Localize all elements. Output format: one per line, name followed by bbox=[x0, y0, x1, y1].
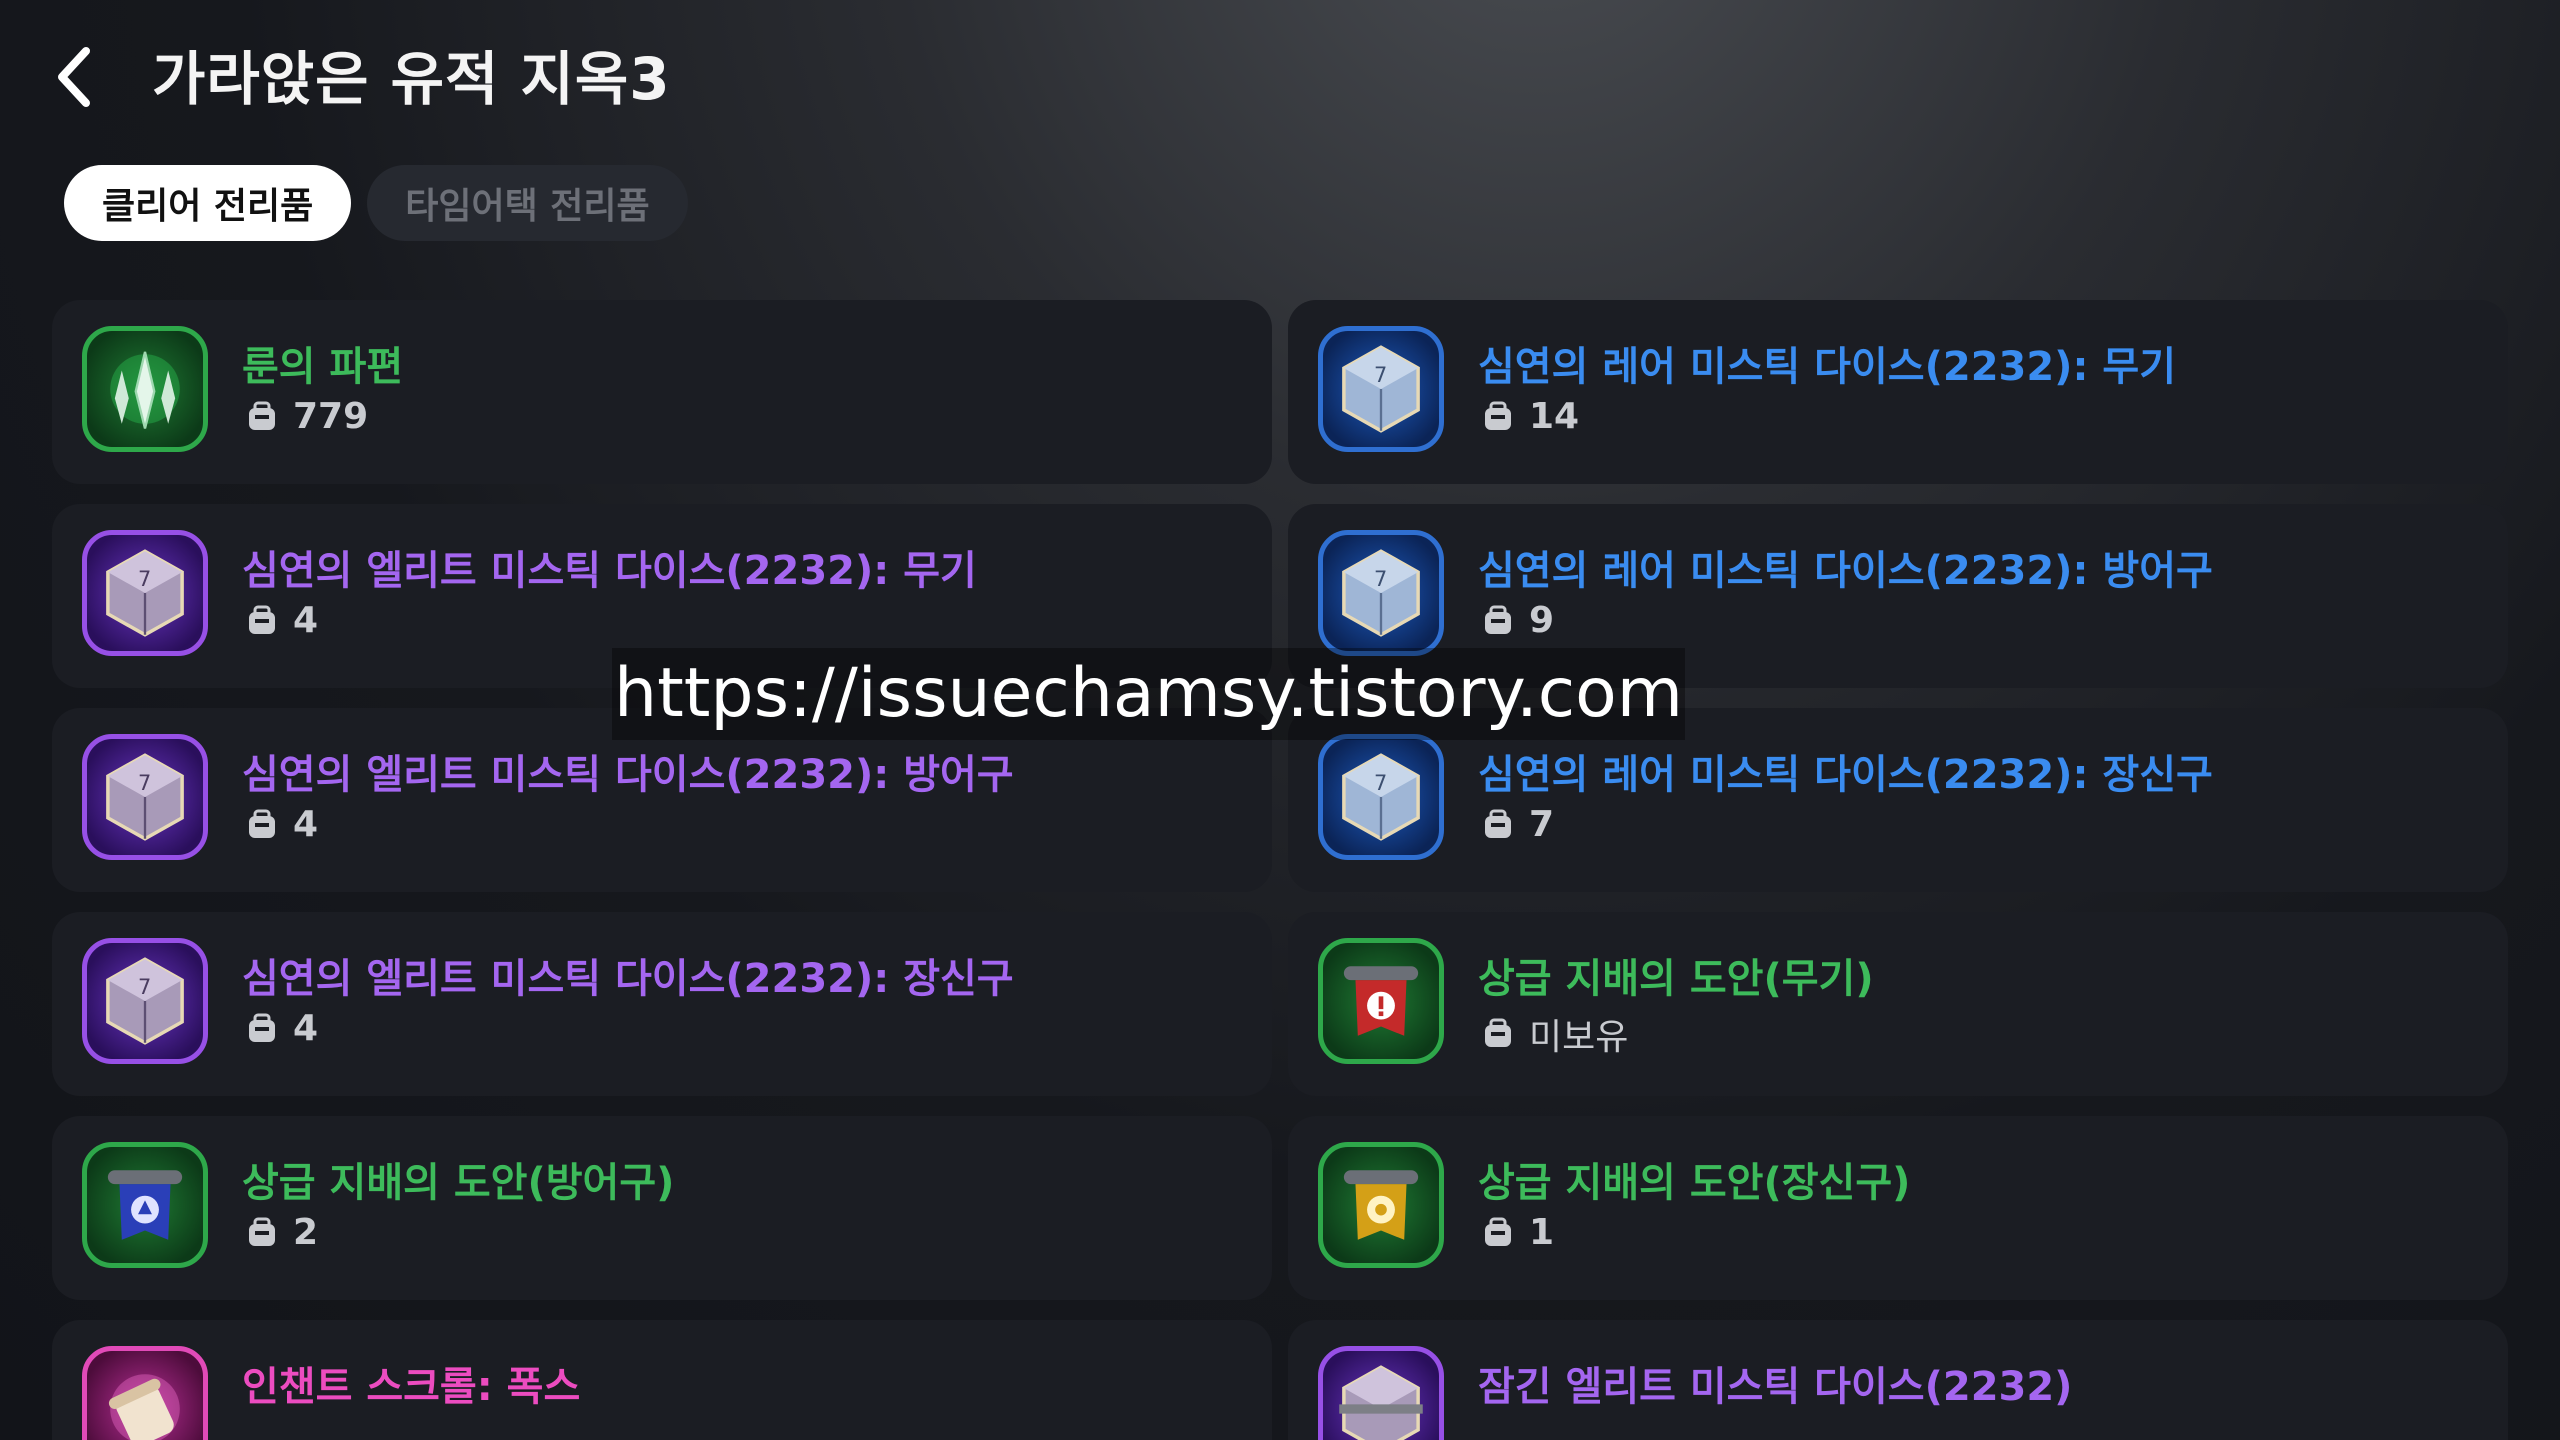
item-quantity: 4 bbox=[245, 600, 318, 641]
loot-item[interactable]: 7 심연의 엘리트 미스틱 다이스(2232): 장신구 4 bbox=[52, 912, 1272, 1096]
svg-text:7: 7 bbox=[138, 771, 151, 795]
bag-icon bbox=[1485, 1217, 1511, 1246]
loot-item[interactable]: 상급 지배의 도안(장신구) 1 bbox=[1288, 1116, 2508, 1300]
bag-icon bbox=[1485, 605, 1511, 634]
item-name: 심연의 엘리트 미스틱 다이스(2232): 방어구 bbox=[242, 752, 1014, 798]
locked-dice-icon bbox=[1318, 1346, 1444, 1440]
bag-icon bbox=[249, 401, 275, 430]
item-quantity: 14 bbox=[1481, 396, 1579, 437]
svg-text:7: 7 bbox=[1374, 567, 1387, 591]
svg-text:7: 7 bbox=[1374, 363, 1387, 387]
item-name: 심연의 레어 미스틱 다이스(2232): 무기 bbox=[1478, 344, 2176, 390]
item-quantity: 1 bbox=[1481, 1212, 1554, 1253]
item-name: 심연의 엘리트 미스틱 다이스(2232): 무기 bbox=[242, 548, 977, 594]
blueprint-scroll-icon bbox=[1318, 938, 1444, 1064]
loot-item[interactable]: 잠긴 엘리트 미스틱 다이스(2232) bbox=[1288, 1320, 2508, 1440]
item-quantity: 7 bbox=[1481, 804, 1554, 845]
item-name: 상급 지배의 도안(무기) bbox=[1478, 956, 1874, 1002]
item-name: 상급 지배의 도안(장신구) bbox=[1478, 1160, 1911, 1206]
svg-text:7: 7 bbox=[138, 567, 151, 591]
quantity-value: 2 bbox=[293, 1212, 319, 1253]
dice-icon: 7 bbox=[82, 938, 208, 1064]
dice-icon: 7 bbox=[82, 530, 208, 656]
item-name: 심연의 레어 미스틱 다이스(2232): 장신구 bbox=[1478, 752, 2213, 798]
quantity-value: 779 bbox=[293, 396, 369, 437]
item-quantity: 2 bbox=[245, 1212, 318, 1253]
dice-icon: 7 bbox=[1318, 326, 1444, 452]
item-name: 심연의 레어 미스틱 다이스(2232): 방어구 bbox=[1478, 548, 2213, 594]
item-name: 심연의 엘리트 미스틱 다이스(2232): 장신구 bbox=[242, 956, 1014, 1002]
watermark-url: https://issuechamsy.tistory.com bbox=[612, 648, 1686, 740]
quantity-value: 4 bbox=[293, 804, 319, 845]
item-name: 잠긴 엘리트 미스틱 다이스(2232) bbox=[1478, 1364, 2073, 1410]
dice-icon: 7 bbox=[82, 734, 208, 860]
tab-clear-loot[interactable]: 클리어 전리품 bbox=[64, 165, 352, 241]
rune-shard-icon bbox=[82, 326, 208, 452]
enchant-scroll-icon bbox=[82, 1346, 208, 1440]
svg-text:7: 7 bbox=[1374, 771, 1387, 795]
dice-icon: 7 bbox=[1318, 734, 1444, 860]
loot-item[interactable]: 룬의 파편 779 bbox=[52, 300, 1272, 484]
loot-list: 룬의 파편 779 7 심연의 레어 미스틱 다이스(2232): 무기 14 bbox=[52, 300, 2508, 1440]
item-name: 인챈트 스크롤: 폭스 bbox=[242, 1364, 581, 1410]
blueprint-scroll-icon bbox=[82, 1142, 208, 1268]
quantity-value: 9 bbox=[1529, 600, 1555, 641]
quantity-value: 7 bbox=[1529, 804, 1555, 845]
loot-item[interactable]: 상급 지배의 도안(무기) 미보유 bbox=[1288, 912, 2508, 1096]
bag-icon bbox=[249, 1217, 275, 1246]
tab-time-attack-loot[interactable]: 타임어택 전리품 bbox=[367, 165, 688, 241]
loot-item[interactable]: 상급 지배의 도안(방어구) 2 bbox=[52, 1116, 1272, 1300]
quantity-value: 미보유 bbox=[1529, 1017, 1629, 1058]
quantity-value: 4 bbox=[293, 1008, 319, 1049]
bag-icon bbox=[1485, 401, 1511, 430]
bag-icon bbox=[1485, 1018, 1511, 1047]
item-quantity: 9 bbox=[1481, 600, 1554, 641]
bag-icon bbox=[249, 605, 275, 634]
blueprint-scroll-icon bbox=[1318, 1142, 1444, 1268]
item-name: 상급 지배의 도안(방어구) bbox=[242, 1160, 675, 1206]
loot-item[interactable]: 인챈트 스크롤: 폭스 bbox=[52, 1320, 1272, 1440]
quantity-value: 1 bbox=[1529, 1212, 1555, 1253]
page-title: 가라앉은 유적 지옥3 bbox=[152, 45, 671, 113]
back-button[interactable] bbox=[52, 42, 96, 112]
svg-text:7: 7 bbox=[138, 975, 151, 999]
quantity-value: 4 bbox=[293, 600, 319, 641]
dice-icon: 7 bbox=[1318, 530, 1444, 656]
header: 가라앉은 유적 지옥3 bbox=[0, 0, 2560, 150]
chevron-left-icon bbox=[58, 47, 90, 107]
item-quantity: 779 bbox=[245, 396, 368, 437]
item-quantity: 미보유 bbox=[1481, 1008, 1628, 1060]
loot-item[interactable]: 7 심연의 레어 미스틱 다이스(2232): 무기 14 bbox=[1288, 300, 2508, 484]
quantity-value: 14 bbox=[1529, 396, 1580, 437]
bag-icon bbox=[1485, 809, 1511, 838]
bag-icon bbox=[249, 809, 275, 838]
item-quantity: 4 bbox=[245, 804, 318, 845]
tab-bar: 클리어 전리품 타임어택 전리품 bbox=[64, 165, 688, 241]
item-quantity: 4 bbox=[245, 1008, 318, 1049]
item-name: 룬의 파편 bbox=[242, 344, 404, 390]
bag-icon bbox=[249, 1013, 275, 1042]
